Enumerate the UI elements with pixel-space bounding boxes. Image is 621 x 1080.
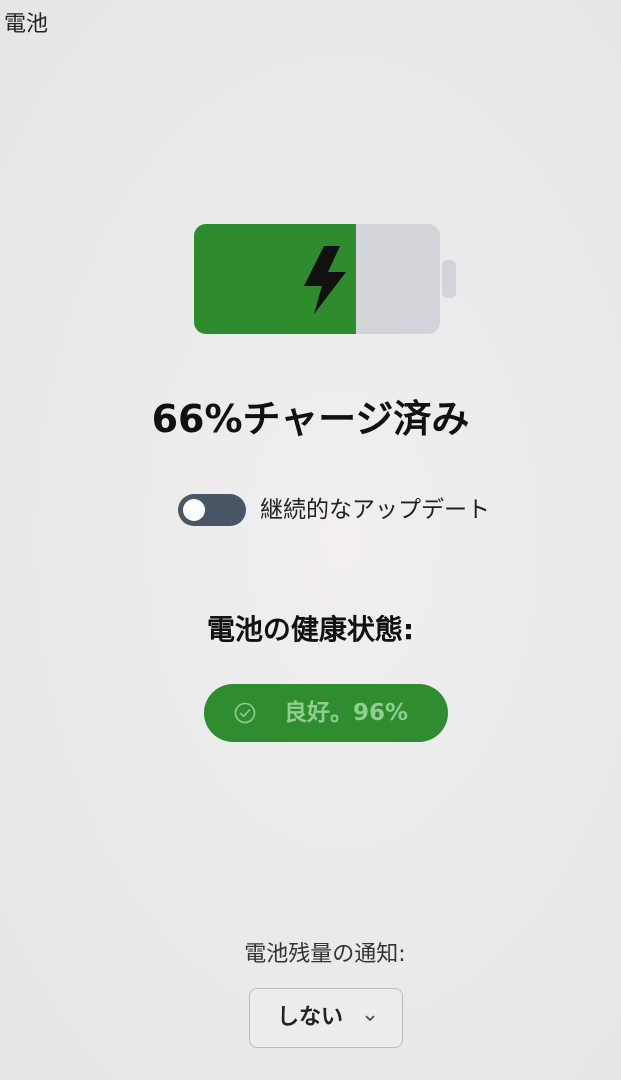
battery-health-value: 良好。96% (284, 699, 409, 726)
battery-notification-dropdown[interactable]: しない (249, 988, 403, 1048)
check-circle-icon (232, 700, 258, 726)
battery-health-badge: 良好。96% (204, 684, 448, 742)
chevron-down-icon (365, 1014, 375, 1022)
charge-status: 66%チャージ済み (151, 397, 470, 441)
window-title: 電池 (4, 12, 49, 37)
battery-notification-label: 電池残量の通知: (244, 942, 406, 967)
toggle-knob (183, 499, 205, 521)
dropdown-selected-value: しない (276, 1005, 343, 1030)
battery-panel: 電池 66%チャージ済み 継続的なアップデート 電池の健康状態: 良好。96% … (0, 0, 621, 1080)
battery-health-title: 電池の健康状態: (206, 613, 415, 646)
battery-indicator (194, 224, 458, 334)
continuous-update-toggle[interactable] (178, 494, 246, 526)
battery-terminal (442, 260, 456, 298)
continuous-update-row: 継続的なアップデート (178, 492, 490, 528)
continuous-update-label: 継続的なアップデート (260, 496, 490, 523)
